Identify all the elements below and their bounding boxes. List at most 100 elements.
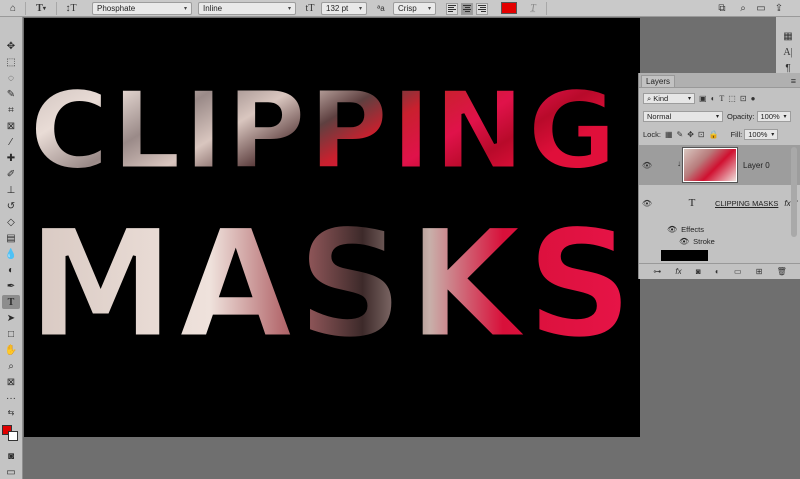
blur-tool-icon[interactable]: 💧 [2, 247, 20, 261]
chevron-down-icon: ▾ [715, 114, 719, 120]
lock-label: Lock: [643, 130, 661, 139]
character-panel-icon[interactable]: A| [780, 45, 796, 59]
swap-colors-icon[interactable]: ⇆ [2, 405, 20, 419]
chevron-down-icon: ▾ [427, 6, 431, 12]
chevron-down-icon: ▾ [771, 132, 775, 138]
shape-filter-icon[interactable]: ⬚ [728, 94, 736, 103]
path-select-tool-icon[interactable]: ➤ [2, 311, 20, 325]
chevron-down-icon: ▾ [783, 114, 787, 120]
brush-tool-icon[interactable]: ✐ [2, 167, 20, 181]
share-icon[interactable]: ⇪ [772, 2, 786, 15]
move-tool-icon[interactable]: ✥ [2, 39, 20, 53]
layers-panel: Layers ≡ ⌕ Kind ▾ ▣ ◐ T ⬚ ⊡ ● Normal ▾ Opac… [638, 73, 800, 279]
panel-menu-icon[interactable]: ≡ [791, 76, 796, 86]
type-tool-icon[interactable]: T ▾ [32, 2, 50, 15]
blend-mode-dropdown[interactable]: Normal ▾ [643, 111, 723, 122]
document-canvas[interactable]: CLIPPING CLIPPING MASKS [24, 18, 640, 437]
clipping-arrow-icon: ↓ [677, 159, 681, 168]
warp-text-icon[interactable]: T̲ [526, 2, 540, 15]
home-icon[interactable]: ⌂ [6, 2, 20, 15]
text-orientation-icon[interactable]: ↕T [64, 2, 78, 15]
font-size-dropdown[interactable]: 132 pt ▾ [321, 2, 367, 15]
more-tools-icon[interactable]: ··· [2, 391, 20, 405]
zoom-tool-icon[interactable]: ⌕ [2, 359, 20, 373]
smart-object-filter-icon[interactable]: ⊡ [740, 94, 747, 103]
adjustment-filter-icon[interactable]: ◐ [711, 94, 716, 103]
fill-label: Fill: [730, 130, 743, 139]
lock-position-icon[interactable]: ✥ [687, 130, 694, 139]
add-mask-icon[interactable]: ◙ [696, 267, 701, 276]
fx-icon[interactable]: fx [784, 199, 790, 208]
lock-transparent-icon[interactable]: ▦ [665, 130, 673, 139]
visibility-eye-icon[interactable]: 👁 [667, 225, 677, 234]
fill-field[interactable]: 100% ▾ [744, 129, 779, 140]
kind-filter-dropdown[interactable]: ⌕ Kind ▾ [643, 93, 695, 104]
layers-tab-bar: Layers ≡ [639, 73, 800, 88]
blend-mode-value: Normal [647, 112, 672, 121]
lock-artboard-icon[interactable]: ⊡ [698, 130, 705, 139]
link-layers-icon[interactable]: ⊶ [653, 267, 661, 276]
new-layer-icon[interactable]: ⊞ [756, 267, 763, 276]
tab-layers[interactable]: Layers [641, 75, 676, 87]
panel-icon[interactable]: ⧉ [715, 2, 729, 15]
screen-mode-icon[interactable]: ▭ [2, 465, 20, 479]
marquee-tool-icon[interactable]: ⬚ [2, 55, 20, 69]
trash-icon[interactable]: 🗑 [777, 267, 787, 276]
layer-row-layer0[interactable]: 👁 ↓ Layer 0 [639, 145, 800, 185]
layer-name: CLIPPING MASKS [715, 198, 779, 208]
options-bar: ⌂ T ▾ ↕T Phosphate ▾ Inline ▾ tT 132 pt ▾ ªa… [0, 0, 800, 17]
crop-tool-icon[interactable]: ⌗ [2, 103, 20, 117]
antialias-value: Crisp [398, 4, 417, 13]
workspace-icon[interactable]: ▭ [754, 2, 768, 15]
pixel-filter-icon[interactable]: ▣ [699, 94, 707, 103]
visibility-eye-icon[interactable]: 👁 [639, 161, 655, 170]
visibility-eye-icon[interactable]: 👁 [639, 199, 655, 208]
lasso-tool-icon[interactable]: ◌ [2, 71, 20, 85]
font-style-dropdown[interactable]: Inline ▾ [198, 2, 296, 15]
visibility-eye-icon[interactable]: 👁 [679, 237, 689, 246]
opacity-field[interactable]: 100% ▾ [756, 111, 791, 122]
tools-panel: ✥ ⬚ ◌ ✎ ⌗ ⊠ ⁄ ✚ ✐ ⊥ ↺ ◇ ▤ 💧 ◐ ✒ T ➤ □ ✋ … [0, 17, 23, 479]
antialias-dropdown[interactable]: Crisp ▾ [393, 2, 436, 15]
hand-tool-icon[interactable]: ✋ [2, 343, 20, 357]
gradient-tool-icon[interactable]: ▤ [2, 231, 20, 245]
eyedropper-tool-icon[interactable]: ⁄ [2, 135, 20, 149]
layer-row-text[interactable]: 👁 T CLIPPING MASKS fx ⌃ [639, 186, 800, 220]
quick-select-tool-icon[interactable]: ✎ [2, 87, 20, 101]
adjustment-layer-icon[interactable]: ◐ [715, 267, 720, 276]
fx-icon[interactable]: fx [675, 267, 681, 276]
kind-label: Kind [653, 94, 669, 103]
history-brush-icon[interactable]: ↺ [2, 199, 20, 213]
effects-row[interactable]: 👁 Effects [639, 223, 800, 235]
dodge-tool-icon[interactable]: ◐ [2, 263, 20, 277]
healing-brush-icon[interactable]: ✚ [2, 151, 20, 165]
pen-tool-icon[interactable]: ✒ [2, 279, 20, 293]
lock-all-icon[interactable]: 🔒 [709, 130, 719, 139]
chevron-down-icon: ▾ [687, 96, 691, 102]
new-group-icon[interactable]: ▭ [734, 267, 742, 276]
layers-scrollbar[interactable] [791, 147, 797, 237]
type-tool-icon[interactable]: T [2, 295, 20, 309]
frame-tool-icon[interactable]: ⊠ [2, 119, 20, 133]
filter-toggle-icon[interactable]: ● [751, 94, 756, 103]
font-size-icon: tT [305, 3, 315, 14]
artboard-tool-icon[interactable]: ⊠ [2, 375, 20, 389]
quick-mask-icon[interactable]: ◙ [2, 449, 20, 463]
blend-row: Normal ▾ Opacity: 100% ▾ [639, 111, 800, 122]
background-color-swatch[interactable] [8, 431, 18, 441]
align-right-button[interactable] [476, 2, 488, 15]
eraser-tool-icon[interactable]: ◇ [2, 215, 20, 229]
text-color-swatch[interactable] [501, 2, 517, 14]
lock-image-icon[interactable]: ✎ [677, 130, 684, 139]
search-icon[interactable]: ⌕ [736, 2, 750, 15]
stroke-effect-row[interactable]: 👁 Stroke [639, 235, 800, 247]
antialias-icon: ªa [377, 4, 385, 13]
font-family-dropdown[interactable]: Phosphate ▾ [92, 2, 192, 15]
align-left-button[interactable] [446, 2, 458, 15]
clone-stamp-icon[interactable]: ⊥ [2, 183, 20, 197]
rectangle-tool-icon[interactable]: □ [2, 327, 20, 341]
properties-icon[interactable]: ▦ [780, 29, 796, 43]
align-center-button[interactable] [461, 2, 473, 15]
stroke-label: Stroke [693, 236, 715, 246]
type-filter-icon[interactable]: T [719, 94, 724, 103]
